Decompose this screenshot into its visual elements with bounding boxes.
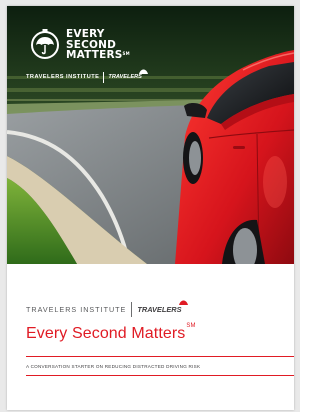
travelers-institute-logo: TRAVELERS INSTITUTE TRAVELERS	[26, 300, 188, 317]
page-frame: EVERY SECOND MATTERSSM TRAVELERS INSTITU…	[0, 0, 300, 412]
document-title: Every Second MattersSM	[26, 323, 196, 342]
title-rule-bottom	[26, 375, 294, 376]
hero-brand-lockup: TRAVELERS INSTITUTE TRAVELERS	[26, 69, 148, 84]
travelers-label: TRAVELERS	[137, 300, 188, 314]
logo-line-1: EVERY	[66, 28, 105, 40]
hero-photo: EVERY SECOND MATTERSSM TRAVELERS INSTITU…	[7, 6, 294, 264]
document-subtitle: A CONVERSATION STARTER ON REDUCING DISTR…	[26, 364, 201, 369]
title-rule-top	[26, 356, 294, 357]
logo-line-3: MATTERS	[66, 49, 123, 61]
title-service-mark: SM	[186, 323, 196, 329]
stopwatch-umbrella-icon	[31, 29, 59, 59]
hero-institute-label: TRAVELERS INSTITUTE	[26, 74, 100, 80]
hero-brand-divider	[103, 71, 105, 83]
brochure-cover: EVERY SECOND MATTERSSM TRAVELERS INSTITU…	[7, 6, 294, 410]
hero-travelers-label: TRAVELERS	[108, 69, 148, 80]
logo-wordmark: EVERY SECOND MATTERSSM	[66, 29, 130, 61]
umbrella-icon	[178, 300, 188, 305]
brand-divider	[131, 301, 133, 317]
logo-service-mark: SM	[122, 51, 130, 56]
every-second-matters-logo: EVERY SECOND MATTERSSM	[29, 26, 139, 71]
institute-label: TRAVELERS INSTITUTE	[26, 304, 127, 314]
umbrella-icon	[138, 69, 148, 74]
